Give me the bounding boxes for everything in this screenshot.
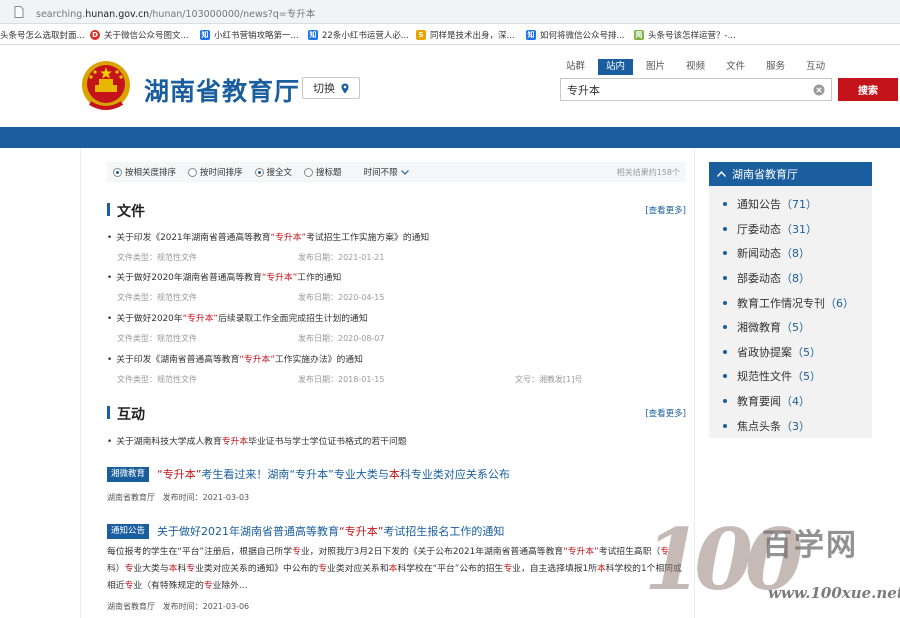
header-band (0, 127, 900, 148)
sohu-icon: S (416, 29, 426, 40)
category-sidebar: 湖南省教育厅 通知公告 （71） 厅委动态 （31） 新闻动态 （8） 部委动态 （8）… (709, 162, 872, 438)
interaction-result: • 关于湖南科技大学成人教育专升本毕业证书与学士学位证书格式的若干问题 (107, 434, 686, 447)
sidebar-item[interactable]: 新闻动态 （8） (709, 241, 872, 266)
browser-url-bar[interactable]: searching.hunan.gov.cn/hunan/103000000/n… (0, 0, 900, 24)
zhihu-icon: 知 (526, 29, 536, 40)
location-pin-icon (341, 83, 349, 93)
file-result-title[interactable]: • 关于做好2020年“专升本”后续录取工作全面完成招生计划的通知 (107, 311, 686, 324)
search-input[interactable] (567, 83, 807, 96)
switch-region-button[interactable]: 切换 (302, 77, 360, 99)
site-header: 湖南省教育厅 切换 站群 站内 图片 视频 文件 服务 互动 搜索 (0, 45, 900, 127)
section-bar (107, 203, 110, 216)
sidebar-list: 通知公告 （71） 厅委动态 （31） 新闻动态 （8） 部委动态 （8） 教育工作情况… (709, 186, 872, 438)
sidebar-item[interactable]: 厅委动态 （31） (709, 217, 872, 242)
radio-unchecked-icon (188, 167, 198, 177)
interaction-more-link[interactable]: [查看更多] (645, 407, 686, 419)
file-result-title[interactable]: • 关于做好2020年湖南省普通高等教育“专升本”工作的通知 (107, 270, 686, 283)
file-meta: 文件类型：规范性文件 发布日期：2021-01-21 (117, 253, 385, 262)
file-result: • 关于印发《2021年湖南省普通高等教育“专升本”考试招生工作实施方案》的通知 … (107, 230, 686, 264)
watermark-text: 百学网 (762, 528, 858, 563)
news-source: 湖南省教育厅 发布时间：2021-03-06 (107, 602, 250, 611)
sort-bar: 按相关度排序 按时间排序 搜全文 搜标题 时间不限 相关结果约158个 (107, 162, 686, 182)
sidebar-item[interactable]: 省政协提案 （5） (709, 340, 872, 365)
scope-tab-zhanqun[interactable]: 站群 (558, 59, 593, 75)
sidebar-item[interactable]: 教育要闻 （4） (709, 389, 872, 414)
scope-tab-zhannei[interactable]: 站内 (598, 59, 634, 75)
bookmark-item[interactable]: S 同样是技术出身，深... (416, 28, 515, 41)
category-tag[interactable]: 湘微教育 (107, 466, 150, 482)
file-result: • 关于做好2020年湖南省普通高等教育“专升本”工作的通知 文件类型：规范性文件… (107, 270, 686, 304)
url-text[interactable]: searching.hunan.gov.cn/hunan/103000000/n… (36, 6, 315, 20)
search-button[interactable]: 搜索 (838, 78, 898, 101)
zhihu-icon: 知 (308, 29, 318, 40)
bookmark-item[interactable]: 简头条号该怎样运营？-... (634, 28, 736, 41)
sidebar-header[interactable]: 湖南省教育厅 (709, 162, 872, 186)
scope-tab-services[interactable]: 服务 (758, 59, 793, 75)
d-logo-icon: D (90, 29, 100, 40)
radio-unchecked-icon (304, 167, 314, 177)
file-result-title[interactable]: • 关于印发《2021年湖南省普通高等教育“专升本”考试招生工作实施方案》的通知 (107, 230, 686, 243)
sidebar-item[interactable]: 焦点头条 （3） (709, 413, 872, 438)
files-more-link[interactable]: [查看更多] (645, 204, 686, 216)
search-scope-tabs: 站群 站内 图片 视频 文件 服务 互动 (558, 59, 838, 75)
scope-tab-video[interactable]: 视频 (678, 59, 713, 75)
chevron-down-icon (400, 169, 409, 175)
sidebar-item[interactable]: 规范性文件 （5） (709, 364, 872, 389)
radio-checked-icon (113, 167, 122, 177)
interaction-result-title[interactable]: • 关于湖南科技大学成人教育专升本毕业证书与学士学位证书格式的若干问题 (107, 434, 686, 447)
news-title[interactable]: “专升本”考生看过来！湖南“专升本”专业大类与本科专业类对应关系公布 (157, 466, 510, 482)
news-result: 湘微教育 “专升本”考生看过来！湖南“专升本”专业大类与本科专业类对应关系公布 … (107, 466, 686, 503)
file-result-title[interactable]: • 关于印发《湖南省普通高等教育“专升本”工作实施办法》的通知 (107, 352, 686, 365)
page-icon (14, 6, 24, 18)
news-snippet: 每位报考的学生在“平台”注册后，根据自己所学专业，对照我厅3月2日下发的《关于公… (107, 547, 682, 591)
search-box (560, 78, 832, 101)
time-filter-dropdown[interactable]: 时间不限 (364, 166, 409, 178)
bookmark-item[interactable]: 头条号怎么选取封面... (0, 28, 85, 41)
file-meta: 文件类型：规范性文件 发布日期：2020-04-15 (117, 293, 385, 302)
sidebar-item[interactable]: 湘微教育 （5） (709, 315, 872, 340)
zhihu-icon: 知 (200, 29, 210, 40)
news-result: 通知公告 关于做好2021年湖南省普通高等教育“专升本”考试招生报名工作的通知 … (107, 523, 686, 612)
jianshu-icon: 简 (634, 29, 644, 40)
sidebar-item[interactable]: 通知公告 （71） (709, 192, 872, 217)
search-results: 按相关度排序 按时间排序 搜全文 搜标题 时间不限 相关结果约158个 文件 [… (80, 148, 695, 618)
sidebar-item[interactable]: 部委动态 （8） (709, 266, 872, 291)
sort-time-radio[interactable]: 按时间排序 (188, 166, 243, 178)
sidebar-item[interactable]: 教育工作情况专刊 （6） (709, 290, 872, 315)
news-source: 湖南省教育厅 发布时间：2021-03-03 (107, 493, 250, 502)
file-meta: 文件类型：规范性文件 发布日期：2020-08-07 (117, 334, 385, 343)
site-title[interactable]: 湖南省教育厅 (144, 72, 300, 108)
radio-checked-icon (254, 167, 264, 177)
interaction-section-header: 互动 [查看更多] (107, 405, 686, 423)
file-meta: 文件类型：规范性文件 发布日期：2018-01-15 文号：湘教发[1]号 (117, 375, 583, 384)
scope-tab-files[interactable]: 文件 (718, 59, 753, 75)
national-emblem-icon[interactable] (80, 59, 132, 113)
bookmarks-bar: 头条号怎么选取封面... D 关于微信公众号图文... 知小红书营销攻略第一...… (0, 24, 900, 45)
section-bar (107, 406, 110, 419)
file-result: • 关于印发《湖南省普通高等教育“专升本”工作实施办法》的通知 文件类型：规范性文… (107, 352, 686, 386)
watermark-url: www.100xue.net (768, 584, 900, 602)
category-tag[interactable]: 通知公告 (107, 523, 150, 539)
sort-relevance-radio[interactable]: 按相关度排序 (113, 166, 176, 178)
bookmark-item[interactable]: D 关于微信公众号图文... (90, 28, 189, 41)
result-count: 相关结果约158个 (616, 168, 680, 177)
scope-tab-interaction[interactable]: 互动 (798, 59, 833, 75)
switch-label: 切换 (313, 82, 335, 95)
clear-icon[interactable] (813, 84, 825, 96)
bookmark-item[interactable]: 知小红书营销攻略第一... (200, 28, 299, 41)
interaction-section-title: 互动 (117, 407, 145, 423)
bookmark-item[interactable]: 知 22条小红书运营人必... (308, 28, 409, 41)
files-section-header: 文件 [查看更多] (107, 202, 686, 220)
scope-tab-images[interactable]: 图片 (638, 59, 673, 75)
search-fulltext-radio[interactable]: 搜全文 (254, 166, 292, 178)
search-title-radio[interactable]: 搜标题 (304, 166, 342, 178)
file-result: • 关于做好2020年“专升本”后续录取工作全面完成招生计划的通知 文件类型：规范… (107, 311, 686, 345)
files-section-title: 文件 (117, 204, 145, 220)
chevron-up-icon (717, 171, 726, 177)
news-title[interactable]: 关于做好2021年湖南省普通高等教育“专升本”考试招生报名工作的通知 (157, 523, 504, 539)
bookmark-item[interactable]: 知如何将微信公众号排... (526, 28, 625, 41)
